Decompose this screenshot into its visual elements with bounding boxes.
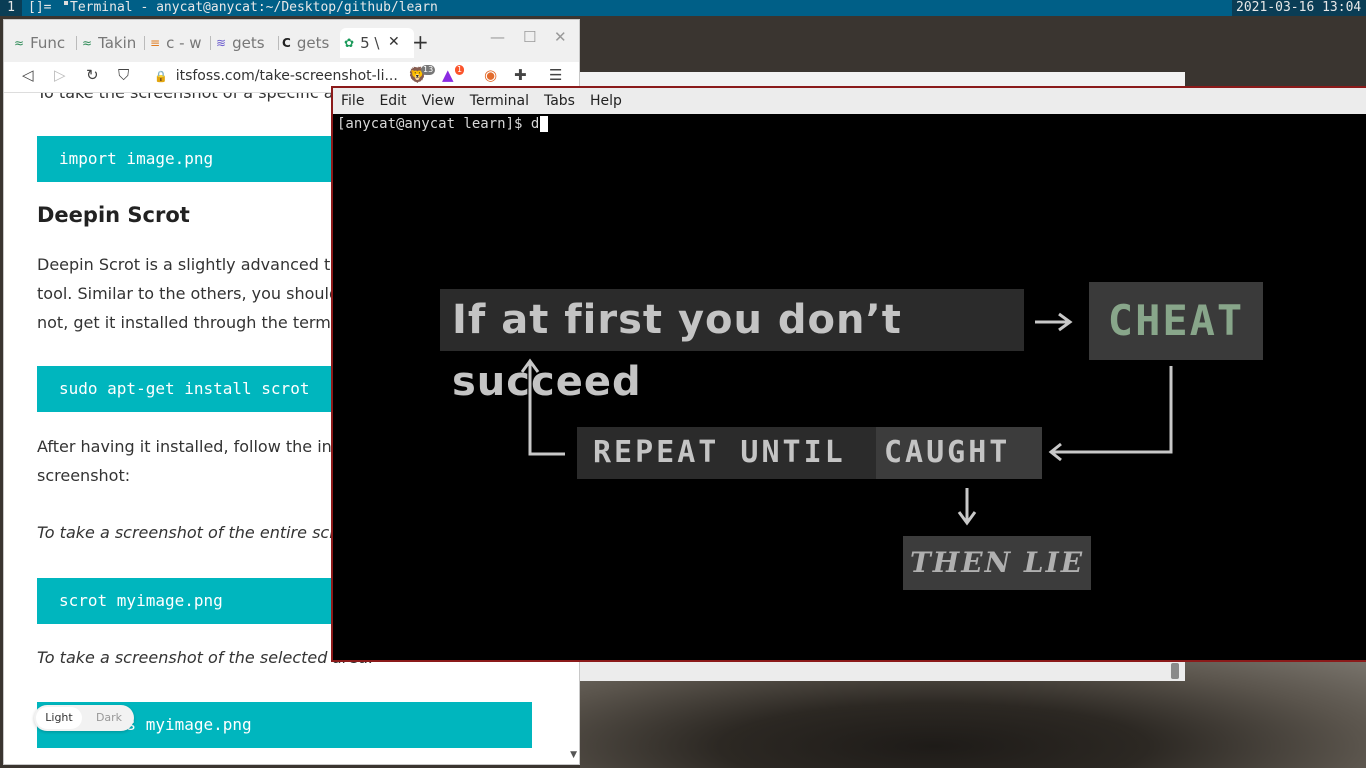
terminal-window[interactable]: File Edit View Terminal Tabs Help [anyca…	[331, 86, 1366, 662]
url-text: itsfoss.com/take-screenshot-li...	[175, 68, 398, 84]
meme-box-succeed: If at first you don’t succeed	[440, 289, 1024, 405]
meme-box-repeat: REPEAT UNTIL	[577, 427, 877, 479]
minimize-button[interactable]: —	[490, 28, 505, 46]
italic-text: To take a screenshot of the entire scree…	[37, 523, 371, 542]
tab-label: 5 \	[360, 34, 380, 52]
theme-dark-option[interactable]: Dark	[86, 707, 132, 729]
background-window-scrollbar	[580, 661, 1185, 681]
tab-3[interactable]: ≋ gets	[216, 32, 274, 54]
theme-light-option[interactable]: Light	[36, 707, 82, 729]
tab-4[interactable]: Cgets	[282, 32, 340, 54]
extension-icon[interactable]: ◉	[484, 66, 497, 84]
close-tab-icon[interactable]: ✕	[388, 34, 400, 50]
gg-icon: ≈	[82, 36, 93, 50]
tab-label: gets	[232, 34, 265, 52]
tab-1[interactable]: ≈ Takin	[82, 32, 142, 54]
cplusplus-icon: C	[282, 36, 291, 50]
brave-badge: 13	[421, 65, 436, 75]
italic-text: To take a screenshot of the selected are…	[37, 648, 374, 667]
tab-separator	[76, 36, 77, 50]
tab-separator	[278, 36, 279, 50]
tab-label: c - w	[166, 34, 202, 52]
gg-icon: ≈	[14, 36, 25, 50]
tab-5-active[interactable]: ✿ 5 \	[340, 28, 414, 58]
maximize-button[interactable]: ☐	[523, 28, 536, 46]
extensions-puzzle-icon[interactable]: ✚	[514, 66, 527, 84]
meme-box-lie: THEN LIE	[903, 536, 1091, 590]
meme-box-caught: CAUGHT	[876, 427, 1042, 479]
tab-2[interactable]: ≡ c - w	[150, 32, 208, 54]
reload-button[interactable]: ↻	[86, 66, 99, 84]
bookmark-button[interactable]: ⛉	[118, 66, 129, 84]
new-tab-button[interactable]: +	[412, 30, 429, 54]
top-status-bar: 1 []= Terminal - anycat@anycat:~/Desktop…	[0, 0, 1366, 16]
gear-icon: ✿	[344, 36, 355, 50]
tab-label: gets	[296, 34, 330, 52]
background-window-edge	[580, 72, 1185, 86]
tab-label: Func	[30, 34, 66, 52]
scroll-down-icon[interactable]: ▼	[570, 750, 577, 760]
close-window-button[interactable]: ✕	[554, 28, 567, 46]
forward-button[interactable]: ▷	[54, 66, 66, 84]
arrow-back	[1053, 366, 1173, 454]
tab-separator	[144, 36, 145, 50]
tab-label: Takin	[98, 34, 137, 52]
theme-toggle[interactable]: Light Dark	[34, 705, 134, 731]
scrollbar-thumb[interactable]	[1171, 663, 1179, 679]
tab-0[interactable]: ≈ Func	[14, 32, 74, 54]
brave-rewards-icon[interactable]: ▲	[442, 66, 454, 84]
tab-bar: ≈ Func ≈ Takin ≡ c - w ≋ gets Cgets ✿ 5 \ ✕ +…	[4, 20, 579, 62]
window-title: Terminal - anycat@anycat:~/Desktop/githu…	[64, 0, 438, 16]
clock: 2021-03-16 13:04	[1232, 0, 1366, 16]
workspace-indicator[interactable]: 1	[0, 0, 22, 16]
tab-separator	[210, 36, 211, 50]
section-heading: Deepin Scrot	[37, 203, 190, 227]
back-button[interactable]: ◁	[22, 66, 34, 84]
waves-icon: ≋	[216, 36, 227, 50]
address-bar[interactable]: 🔒 itsfoss.com/take-screenshot-li...	[154, 68, 398, 84]
meme-box-cheat: CHEAT	[1089, 282, 1263, 360]
menu-icon[interactable]: ☰	[549, 66, 562, 84]
stackoverflow-icon: ≡	[150, 36, 161, 50]
cut-off-text: To take the screenshot of a specific are…	[37, 93, 359, 102]
rewards-badge: 1	[455, 65, 465, 75]
lock-icon: 🔒	[154, 70, 168, 83]
layout-indicator[interactable]: []=	[28, 0, 51, 16]
